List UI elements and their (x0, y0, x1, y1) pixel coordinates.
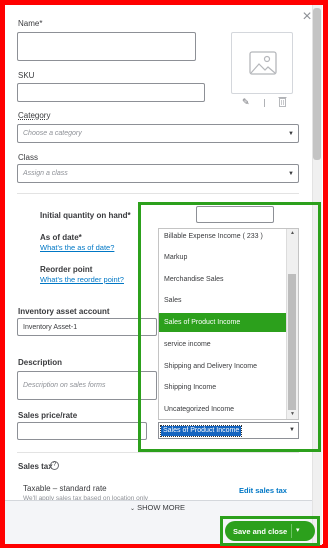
show-more-label: SHOW MORE (137, 503, 186, 512)
description-placeholder: Description on sales forms (23, 382, 106, 389)
category-label: Category (18, 111, 51, 120)
chevron-down-icon[interactable]: ▾ (296, 526, 300, 534)
dropdown-option[interactable]: Shipping Income (159, 378, 287, 397)
name-label: Name* (18, 19, 43, 28)
scroll-up-icon[interactable]: ▲ (287, 229, 298, 238)
name-input[interactable] (17, 32, 196, 61)
section-divider (17, 193, 299, 194)
description-input[interactable]: Description on sales forms (17, 371, 157, 400)
pencil-icon[interactable]: ✎ (242, 97, 250, 108)
save-and-close-label: Save and close (233, 526, 288, 536)
sales-price-input[interactable] (17, 422, 147, 440)
class-select[interactable]: Assign a class ▼ (17, 164, 299, 183)
show-more-link[interactable]: ⌄ SHOW MORE (130, 503, 185, 512)
as-of-date-label: As of date* (40, 233, 82, 242)
section-divider (17, 452, 299, 453)
sales-tax-value: Taxable – standard rate (23, 484, 107, 493)
trash-icon[interactable] (278, 96, 287, 107)
chevron-down-icon: ⌄ (130, 506, 136, 512)
category-placeholder: Choose a category (23, 130, 82, 137)
class-label: Class (18, 153, 39, 162)
panel-scrollbar-thumb[interactable] (313, 8, 321, 160)
dropdown-option[interactable]: Billable Expense Income ( 233 ) (159, 229, 287, 246)
dropdown-option[interactable]: Shipping and Delivery Income (159, 357, 287, 376)
scroll-down-icon[interactable]: ▼ (287, 410, 298, 419)
icon-separator (264, 99, 265, 107)
reorder-point-help-link[interactable]: What's the reorder point? (40, 275, 124, 284)
income-account-dropdown-list[interactable]: Billable Expense Income ( 233 ) Markup M… (158, 228, 299, 420)
dropdown-option[interactable]: Sales (159, 291, 287, 310)
category-select[interactable]: Choose a category ▼ (17, 124, 299, 143)
as-of-date-help-link[interactable]: What's the as of date? (40, 243, 114, 252)
image-upload-box[interactable] (231, 32, 293, 94)
image-placeholder-icon (249, 51, 277, 75)
chevron-down-icon: ▼ (288, 170, 294, 177)
chevron-down-icon: ▼ (288, 130, 294, 137)
sales-price-label: Sales price/rate (18, 411, 78, 420)
dropdown-option[interactable]: Merchandise Sales (159, 270, 287, 289)
inventory-account-value: Inventory Asset-1 (23, 323, 78, 331)
sales-tax-label: Sales tax (18, 462, 53, 471)
inventory-account-select[interactable]: Inventory Asset-1 (17, 318, 157, 336)
dropdown-option[interactable]: Uncategorized Income (159, 400, 287, 419)
save-and-close-button[interactable]: Save and close (225, 521, 315, 541)
sku-input[interactable] (17, 83, 205, 102)
income-account-value: Sales of Product Income (159, 425, 243, 437)
dropdown-option-selected[interactable]: Sales of Product Income (159, 313, 287, 332)
class-placeholder: Assign a class (23, 170, 68, 177)
reorder-point-label: Reorder point (40, 265, 93, 274)
dropdown-option[interactable]: Markup (159, 248, 287, 267)
initial-qty-label: Initial quantity on hand* (40, 211, 131, 220)
description-label: Description (18, 358, 63, 367)
sku-label: SKU (18, 71, 35, 80)
chevron-down-icon[interactable]: ▼ (289, 427, 295, 433)
close-icon[interactable]: × (300, 9, 314, 25)
dropdown-scrollbar-thumb[interactable] (288, 274, 296, 410)
split-button-divider (291, 524, 292, 538)
edit-sales-tax-link[interactable]: Edit sales tax (239, 486, 287, 495)
inventory-account-label: Inventory asset account (18, 307, 110, 316)
dropdown-option[interactable]: service income (159, 335, 287, 354)
info-icon[interactable]: ? (50, 461, 59, 470)
